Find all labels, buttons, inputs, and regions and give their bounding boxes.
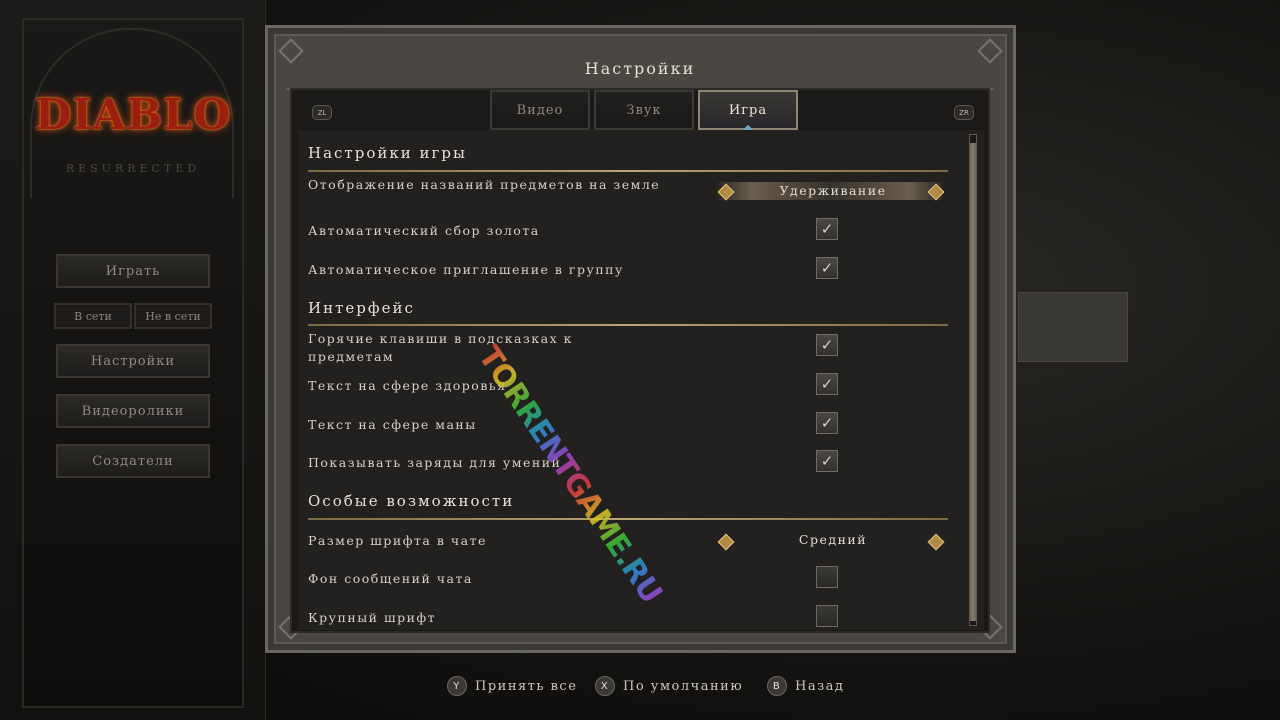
tab-game[interactable]: Игра bbox=[698, 90, 798, 134]
section-title-game: Настройки игры bbox=[308, 144, 467, 162]
hotkeys-checkbox[interactable]: ✓ bbox=[816, 334, 838, 356]
x-button-icon: X bbox=[595, 676, 615, 696]
accept-all-label: Принять все bbox=[475, 678, 578, 694]
section-title-interface: Интерфейс bbox=[308, 299, 415, 317]
logo-subtitle: RESURRECTED bbox=[65, 162, 201, 175]
mana-text-label: Текст на сфере маны bbox=[308, 417, 477, 432]
default-label: По умолчанию bbox=[623, 678, 744, 694]
credits-button[interactable]: Создатели bbox=[56, 444, 210, 478]
tab-game-label: Игра bbox=[728, 102, 768, 118]
checkmark-icon: ✓ bbox=[820, 375, 834, 393]
dialog-header: Настройки bbox=[286, 48, 994, 90]
section-divider bbox=[308, 324, 948, 326]
charges-checkbox[interactable]: ✓ bbox=[816, 450, 838, 472]
chat-bg-checkbox[interactable] bbox=[816, 566, 838, 588]
back-prompt[interactable]: B Назад bbox=[767, 676, 844, 696]
checkmark-icon: ✓ bbox=[820, 336, 834, 354]
section-title-accessibility: Особые возможности bbox=[308, 492, 515, 510]
auto-gold-label: Автоматический сбор золота bbox=[308, 223, 540, 238]
checkmark-icon: ✓ bbox=[820, 220, 834, 238]
auto-party-checkbox[interactable]: ✓ bbox=[816, 257, 838, 279]
main-menu-panel: DIABLO RESURRECTED Играть В сети Не в се… bbox=[0, 0, 266, 720]
offline-button[interactable]: Не в сети bbox=[134, 303, 212, 329]
section-divider bbox=[308, 518, 948, 520]
videos-button[interactable]: Видеоролики bbox=[56, 394, 210, 428]
auto-gold-checkbox[interactable]: ✓ bbox=[816, 218, 838, 240]
dialog-title: Настройки bbox=[584, 58, 696, 78]
large-font-label: Крупный шрифт bbox=[308, 610, 437, 625]
item-names-label: Отображение названий предметов на земле bbox=[308, 177, 661, 192]
item-names-value: Удерживание bbox=[779, 183, 887, 198]
play-button[interactable]: Играть bbox=[56, 254, 210, 288]
b-button-icon: B bbox=[767, 676, 787, 696]
checkmark-icon: ✓ bbox=[820, 452, 834, 470]
arrow-right-icon[interactable] bbox=[927, 533, 945, 551]
arrow-left-icon[interactable] bbox=[717, 533, 735, 551]
online-button[interactable]: В сети bbox=[54, 303, 132, 329]
tab-sound[interactable]: Звук bbox=[594, 90, 694, 130]
back-label: Назад bbox=[795, 678, 845, 694]
scroll-thumb[interactable] bbox=[970, 143, 976, 621]
scrollbar[interactable] bbox=[969, 134, 977, 626]
checkmark-icon: ✓ bbox=[820, 414, 834, 432]
accept-all-prompt[interactable]: Y Принять все bbox=[447, 676, 577, 696]
zl-button-icon[interactable]: ZL bbox=[312, 105, 332, 120]
tab-video[interactable]: Видео bbox=[490, 90, 590, 130]
large-font-checkbox[interactable] bbox=[816, 605, 838, 627]
checkmark-icon: ✓ bbox=[820, 259, 834, 277]
charges-label: Показывать заряды для умений bbox=[308, 455, 562, 470]
zr-button-icon[interactable]: ZR bbox=[954, 105, 974, 120]
default-prompt[interactable]: X По умолчанию bbox=[595, 676, 743, 696]
settings-button[interactable]: Настройки bbox=[56, 344, 210, 378]
auto-party-label: Автоматическое приглашение в группу bbox=[308, 262, 624, 277]
y-button-icon: Y bbox=[447, 676, 467, 696]
diablo-logo: DIABLO bbox=[34, 90, 232, 139]
section-divider bbox=[308, 170, 948, 172]
mana-text-checkbox[interactable]: ✓ bbox=[816, 412, 838, 434]
chat-font-value: Средний bbox=[798, 532, 868, 547]
health-text-checkbox[interactable]: ✓ bbox=[816, 373, 838, 395]
background-panel bbox=[1018, 292, 1128, 362]
